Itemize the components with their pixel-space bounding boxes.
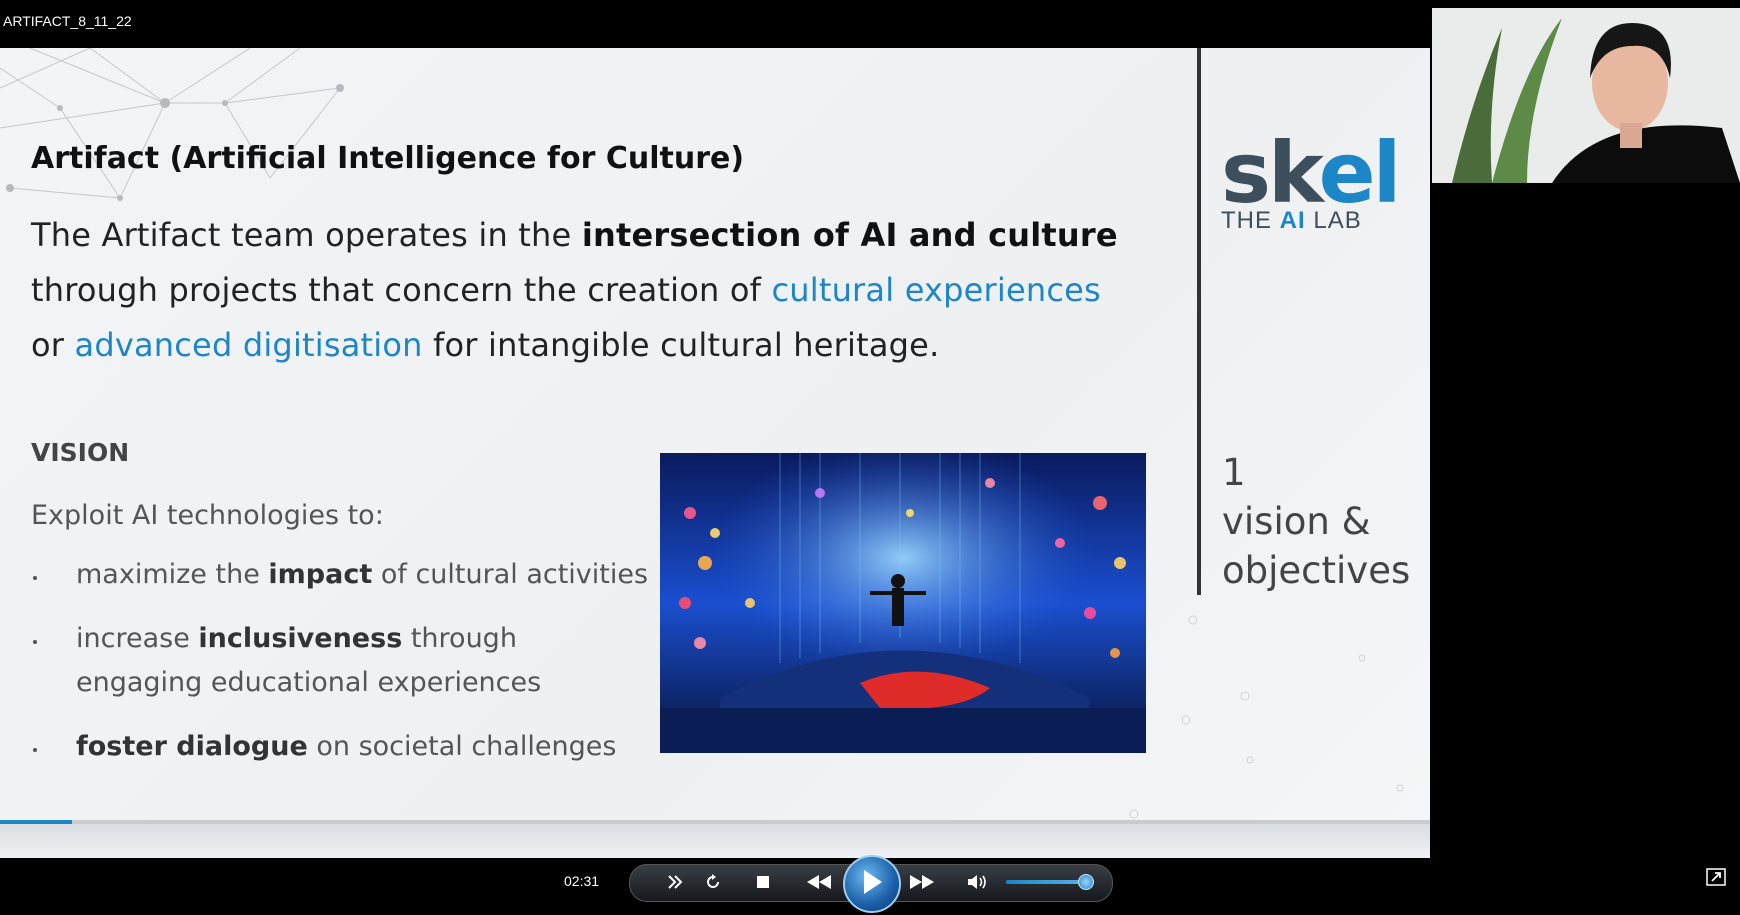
vision-heading: VISION (31, 438, 130, 467)
slide-title: Artifact (Artificial Intelligence for Cu… (31, 141, 745, 176)
dots-decoration (1129, 615, 1404, 832)
immersive-art-image (660, 453, 1146, 753)
window-title: ARTIFACT_8_11_22 (3, 13, 132, 29)
intro-text: for intangible cultural heritage. (422, 326, 940, 364)
list-item: maximize the impact of cultural activiti… (31, 553, 651, 597)
bullet-bold: impact (268, 559, 373, 590)
volume-icon (968, 875, 986, 889)
intro-highlight: advanced digitisation (74, 326, 423, 364)
bullet-bold: foster dialogue (76, 731, 308, 762)
vision-subtitle: Exploit AI technologies to: (31, 500, 384, 531)
stop-icon (757, 876, 769, 888)
logo-sub-text: THE (1221, 207, 1280, 234)
switch-icon (668, 875, 683, 889)
media-player-controls: 02:31 (0, 855, 1740, 915)
section-title-line: vision & (1222, 500, 1371, 543)
play-button[interactable] (843, 855, 901, 913)
bullet-icon (33, 748, 37, 752)
intro-text: The Artifact team operates in the (31, 216, 582, 254)
bullet-text: increase (76, 623, 199, 654)
webcam-presenter-image (1432, 8, 1740, 183)
intro-paragraph: The Artifact team operates in the inters… (31, 208, 1131, 373)
bullet-text: of cultural activities (372, 559, 649, 590)
bullet-icon (33, 640, 37, 644)
intro-text: or (31, 326, 75, 364)
popout-icon[interactable] (1706, 868, 1726, 886)
fast-forward-button[interactable] (904, 864, 940, 900)
list-item: increase inclusiveness through engaging … (31, 617, 651, 705)
slide-divider (1197, 48, 1201, 595)
mute-button[interactable] (962, 864, 992, 900)
logo-subtitle: THE AI LAB (1221, 207, 1381, 235)
logo-wordmark: skel (1221, 131, 1401, 215)
player-seek-band (0, 824, 1430, 858)
repeat-icon (707, 874, 719, 888)
intro-bold: intersection of AI and culture (581, 216, 1118, 254)
fast-forward-icon (910, 875, 934, 889)
vision-bullets: maximize the impact of cultural activiti… (31, 553, 651, 789)
volume-slider-handle[interactable] (1078, 874, 1094, 890)
bullet-text: on societal challenges (307, 731, 617, 762)
bullet-text: maximize the (76, 559, 269, 590)
webcam-video (1432, 8, 1740, 183)
bullet-bold: inclusiveness (198, 623, 403, 654)
play-icon (864, 870, 882, 894)
list-item: foster dialogue on societal challenges (31, 725, 651, 769)
logo-sub-text: LAB (1305, 207, 1362, 234)
intro-text: through projects that concern the creati… (31, 271, 772, 309)
switch-button[interactable] (660, 864, 690, 900)
repeat-button[interactable] (698, 864, 728, 900)
presentation-slide: Artifact (Artificial Intelligence for Cu… (0, 48, 1430, 858)
skel-logo: skel THE AI LAB (1221, 131, 1401, 235)
bullet-icon (33, 576, 37, 580)
stop-button[interactable] (748, 864, 778, 900)
rewind-icon (807, 875, 831, 889)
playback-time: 02:31 (564, 873, 600, 889)
logo-sub-ai: AI (1279, 207, 1306, 234)
section-label: 1 vision & objectives (1222, 448, 1410, 595)
section-number: 1 (1222, 451, 1246, 494)
rewind-button[interactable] (801, 864, 837, 900)
intro-highlight: cultural experiences (771, 271, 1101, 309)
section-title-line: objectives (1222, 549, 1411, 592)
